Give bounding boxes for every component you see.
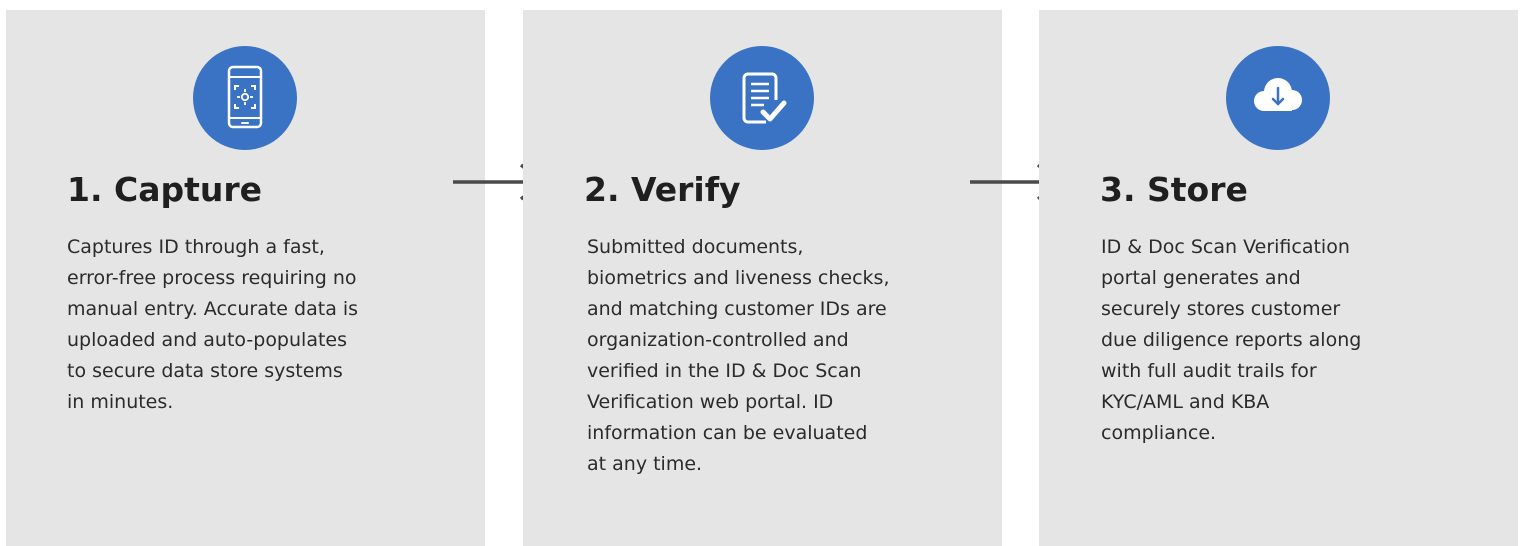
description-line: compliance. <box>1101 422 1217 444</box>
description-line: securely stores customer <box>1101 298 1341 320</box>
step-card-capture: 1. Capture Captures ID through a fast, e… <box>6 10 485 546</box>
step-title: 3. Store <box>1100 170 1248 209</box>
step-description: Captures ID through a fast, error-free p… <box>67 232 447 418</box>
description-line: portal generates and <box>1101 267 1301 289</box>
step-description: Submitted documents, biometrics and live… <box>587 232 967 480</box>
description-line: Submitted documents, <box>587 236 804 258</box>
phone-scan-icon <box>193 46 297 150</box>
description-line: to secure data store systems <box>67 360 343 382</box>
description-line: uploaded and auto-populates <box>67 329 347 351</box>
step-title: 2. Verify <box>584 170 741 209</box>
description-line: verified in the ID & Doc Scan <box>587 360 862 382</box>
step-card-verify: 2. Verify Submitted documents, biometric… <box>523 10 1002 546</box>
description-line: ID & Doc Scan Verification <box>1101 236 1350 258</box>
step-description: ID & Doc Scan Verification portal genera… <box>1101 232 1481 449</box>
description-line: manual entry. Accurate data is <box>67 298 359 320</box>
description-line: in minutes. <box>67 391 174 413</box>
description-line: and matching customer IDs are <box>587 298 887 320</box>
cloud-download-icon <box>1226 46 1330 150</box>
description-line: KYC/AML and KBA <box>1101 391 1270 413</box>
step-title: 1. Capture <box>67 170 263 209</box>
description-line: with full audit trails for <box>1101 360 1317 382</box>
description-line: Captures ID through a fast, <box>67 236 325 258</box>
description-line: at any time. <box>587 453 703 475</box>
step-card-store: 3. Store ID & Doc Scan Verification port… <box>1039 10 1518 546</box>
description-line: information can be evaluated <box>587 422 868 444</box>
description-line: biometrics and liveness checks, <box>587 267 890 289</box>
description-line: due diligence reports along <box>1101 329 1362 351</box>
description-line: organization-controlled and <box>587 329 849 351</box>
description-line: Verification web portal. ID <box>587 391 834 413</box>
document-check-icon <box>710 46 814 150</box>
description-line: error-free process requiring no <box>67 267 357 289</box>
